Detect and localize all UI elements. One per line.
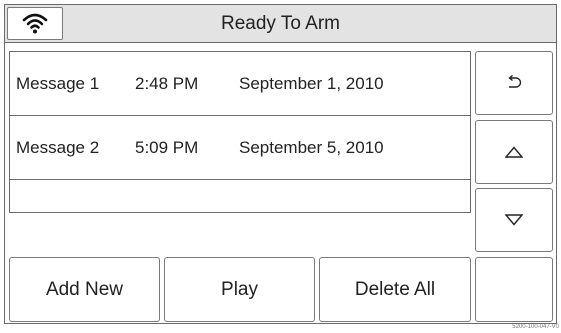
page-title: Ready To Arm [221, 13, 340, 34]
back-button[interactable] [475, 51, 553, 115]
status-header: Ready To Arm [5, 5, 556, 43]
scroll-down-button[interactable] [475, 188, 553, 252]
figure-code: 5200-100-047-V0 [512, 324, 559, 330]
empty-row [10, 180, 470, 212]
message-time: 2:48 PM [135, 74, 199, 93]
back-arrow-icon [508, 75, 522, 88]
play-button[interactable]: Play [164, 257, 315, 322]
add-new-button[interactable]: Add New [9, 257, 160, 322]
keypad-screen: Ready To Arm Message 1 2:48 PM September… [4, 4, 557, 324]
down-triangle-icon [505, 214, 523, 226]
message-name: Message 2 [16, 138, 100, 157]
message-name: Message 1 [16, 74, 100, 93]
message-date: September 5, 2010 [239, 138, 384, 157]
up-triangle-icon [505, 146, 523, 158]
message-time: 5:09 PM [135, 138, 199, 157]
delete-all-button[interactable]: Delete All [319, 257, 471, 322]
blank-button[interactable] [475, 257, 553, 322]
message-row[interactable]: Message 1 2:48 PM September 1, 2010 [10, 52, 470, 116]
scroll-up-button[interactable] [475, 120, 553, 184]
message-list: Message 1 2:48 PM September 1, 2010 Mess… [9, 51, 471, 213]
message-date: September 1, 2010 [239, 74, 384, 93]
message-row[interactable]: Message 2 5:09 PM September 5, 2010 [10, 116, 470, 180]
